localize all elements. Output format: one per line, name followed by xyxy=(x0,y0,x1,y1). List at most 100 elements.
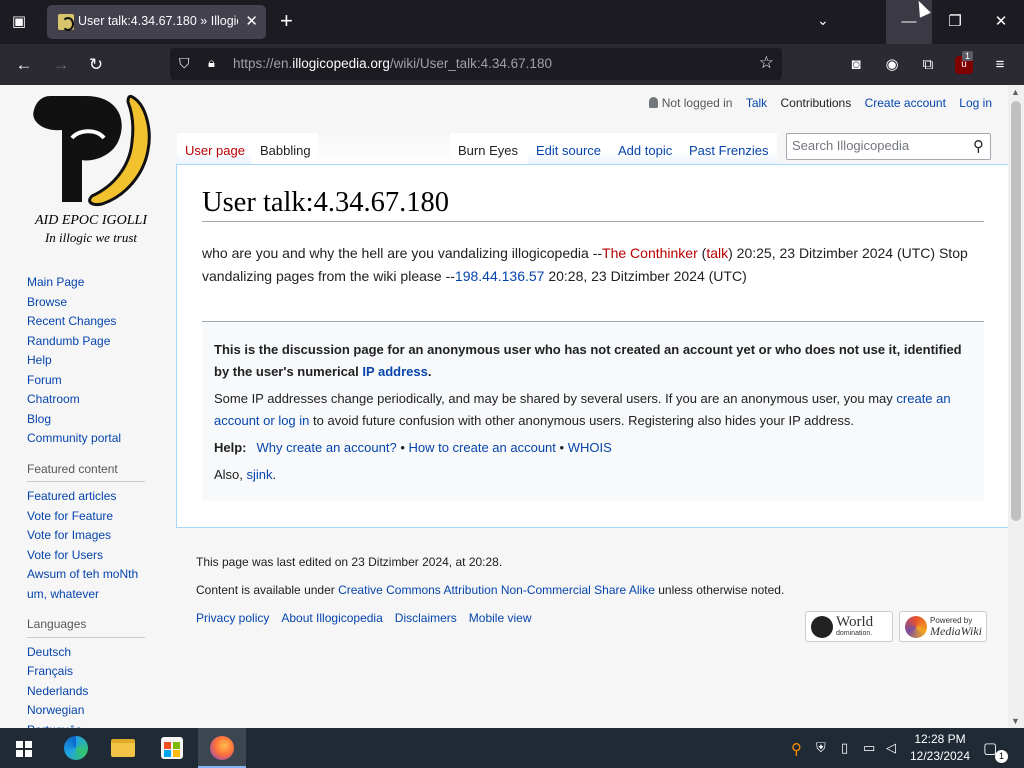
sidebar-item-recent-changes[interactable]: Recent Changes xyxy=(27,312,152,332)
sidebar-item-randumb-page[interactable]: Randumb Page xyxy=(27,332,152,352)
scrollbar-thumb[interactable] xyxy=(1011,101,1021,521)
user-link-the-conthinker[interactable]: The Conthinker xyxy=(602,245,698,261)
tab-burn-eyes[interactable]: Burn Eyes xyxy=(450,133,528,165)
volume-muted-icon[interactable]: ◁ xyxy=(886,740,896,756)
battery-icon[interactable]: ▯ xyxy=(841,740,848,756)
lock-icon[interactable]: 🔒︎ xyxy=(208,55,215,71)
taskbar-file-explorer[interactable] xyxy=(99,728,147,768)
footer-link-mobile-view[interactable]: Mobile view xyxy=(469,611,532,625)
sidebar-item-um-whatever[interactable]: um, whatever xyxy=(27,585,152,605)
close-window-button[interactable]: ✕ xyxy=(978,0,1024,44)
scroll-up-arrow-icon[interactable]: ▲ xyxy=(1011,87,1020,97)
footer-link-disclaimers[interactable]: Disclaimers xyxy=(395,611,457,625)
world-domination-badge[interactable]: World domination. xyxy=(805,611,893,642)
windows-logo-icon xyxy=(16,741,32,757)
taskbar-clock[interactable]: 12:28 PM 12/23/2024 xyxy=(908,731,972,765)
sidebar-item-blog[interactable]: Blog xyxy=(27,410,152,430)
ip-address-link[interactable]: IP address xyxy=(362,364,428,379)
why-create-account-link[interactable]: Why create an account? xyxy=(257,440,397,455)
create-account-link[interactable]: Create account xyxy=(865,96,946,110)
forward-arrow-icon[interactable]: → xyxy=(49,53,73,77)
extensions-puzzle-icon[interactable]: ⧉ xyxy=(916,53,940,77)
language-link-fran-ais[interactable]: Français xyxy=(27,662,152,682)
taskbar-edge[interactable] xyxy=(51,728,99,768)
world-domination-icon xyxy=(811,616,833,638)
tab-title: User talk:4.34.67.180 » Illogicopedia xyxy=(78,14,238,28)
footer-link-privacy-policy[interactable]: Privacy policy xyxy=(196,611,269,625)
sidebar-item-main-page[interactable]: Main Page xyxy=(27,273,152,293)
browser-tab[interactable]: User talk:4.34.67.180 » Illogicopedia ✕ xyxy=(47,5,266,39)
help-line: Help: Why create an account? • How to cre… xyxy=(214,437,972,459)
search-icon[interactable]: ⚲ xyxy=(973,137,984,155)
taskbar-firefox[interactable] xyxy=(198,728,246,768)
user-talk-link[interactable]: talk xyxy=(706,245,728,261)
tab-babbling[interactable]: Babbling xyxy=(252,133,318,165)
extension-badge-count: 1 xyxy=(962,51,974,61)
network-icon[interactable]: ▭ xyxy=(863,740,875,756)
url-text[interactable]: https://en.illogicopedia.org/wiki/User_t… xyxy=(233,56,552,71)
tab-add-topic[interactable]: Add topic xyxy=(610,133,681,165)
sidebar-item-help[interactable]: Help xyxy=(27,351,152,371)
license-text-a: Content is available under xyxy=(196,583,339,597)
bookmark-star-icon[interactable]: ☆ xyxy=(759,53,774,73)
url-path: /wiki/User_talk:4.34.67.180 xyxy=(389,56,552,71)
tab-user-page-label: User page xyxy=(185,143,245,158)
scroll-down-arrow-icon[interactable]: ▼ xyxy=(1011,716,1020,726)
account-icon[interactable]: ◉ xyxy=(880,53,904,77)
site-logo[interactable]: AID EPOC IGOLLI In illogic we trust xyxy=(22,90,160,245)
search-box[interactable]: ⚲ xyxy=(786,133,991,160)
language-link-deutsch[interactable]: Deutsch xyxy=(27,643,152,663)
sidebar-item-awsum-of-teh-month[interactable]: Awsum of teh moNth xyxy=(27,565,152,585)
pocket-icon[interactable]: ◙ xyxy=(844,53,868,77)
tab-edit-source[interactable]: Edit source xyxy=(528,133,610,165)
not-logged-in-label: Not logged in xyxy=(661,96,733,110)
sidebar-item-browse[interactable]: Browse xyxy=(27,293,152,313)
tab-past-frenzies[interactable]: Past Frenzies xyxy=(681,133,777,165)
last-edited: This page was last edited on 23 Ditzimbe… xyxy=(196,555,503,569)
tab-list-icon[interactable]: ▣ xyxy=(8,11,30,33)
tabs-spacer xyxy=(318,133,450,165)
taskbar-store[interactable] xyxy=(148,728,196,768)
sjink-link[interactable]: sjink xyxy=(247,467,273,482)
sidebar-item-vote-for-users[interactable]: Vote for Users xyxy=(27,546,152,566)
start-button[interactable] xyxy=(0,728,48,768)
new-tab-button[interactable]: + xyxy=(280,9,293,33)
tracking-protection-shield-icon[interactable]: ⛉ xyxy=(179,55,190,72)
sidebar-item-community-portal[interactable]: Community portal xyxy=(27,429,152,449)
url-prefix: https://en. xyxy=(233,56,293,71)
security-shield-icon[interactable]: ⛨ xyxy=(816,740,826,756)
reload-icon[interactable]: ↻ xyxy=(84,53,108,77)
page-scrollbar[interactable]: ▲ ▼ xyxy=(1008,85,1024,728)
url-bar[interactable]: ⛉ 🔒︎ https://en.illogicopedia.org/wiki/U… xyxy=(170,48,782,80)
ip-user-link[interactable]: 198.44.136.57 xyxy=(455,268,545,284)
powered-by-mediawiki-badge[interactable]: Powered by MediaWiki xyxy=(899,611,987,642)
app-menu-hamburger-icon[interactable]: ≡ xyxy=(988,53,1012,77)
close-tab-icon[interactable]: ✕ xyxy=(245,12,258,30)
restore-window-button[interactable]: ❐ xyxy=(932,0,978,44)
search-input[interactable] xyxy=(792,138,962,153)
anon-notice-heading: This is the discussion page for an anony… xyxy=(214,339,972,383)
search-tray-icon[interactable]: ⚲ xyxy=(791,740,802,758)
language-link-norwegian[interactable]: Norwegian xyxy=(27,701,152,721)
license-link[interactable]: Creative Commons Attribution Non-Commerc… xyxy=(338,583,655,597)
talk-link[interactable]: Talk xyxy=(746,96,767,110)
list-all-tabs-chevron-icon[interactable]: ⌄ xyxy=(817,12,829,29)
featured-content-heading: Featured content xyxy=(27,460,145,482)
sidebar-item-forum[interactable]: Forum xyxy=(27,371,152,391)
sidebar-navigation: Main Page Browse Recent Changes Randumb Pag… xyxy=(27,273,152,449)
language-link-nederlands[interactable]: Nederlands xyxy=(27,682,152,702)
clock-date: 12/23/2024 xyxy=(909,749,971,763)
contributions-link[interactable]: Contributions xyxy=(781,96,852,110)
not-logged-in-status: Not logged in xyxy=(648,96,733,110)
whois-link[interactable]: WHOIS xyxy=(568,440,612,455)
sidebar-item-chatroom[interactable]: Chatroom xyxy=(27,390,152,410)
language-link-portugu-s[interactable]: Português xyxy=(27,721,152,729)
how-to-create-account-link[interactable]: How to create an account xyxy=(408,440,555,455)
sidebar-item-vote-for-images[interactable]: Vote for Images xyxy=(27,526,152,546)
sidebar-item-featured-articles[interactable]: Featured articles xyxy=(27,487,152,507)
sidebar-item-vote-for-feature[interactable]: Vote for Feature xyxy=(27,507,152,527)
tab-user-page[interactable]: User page xyxy=(177,133,252,165)
footer-link-about-illogicopedia[interactable]: About Illogicopedia xyxy=(281,611,382,625)
log-in-link[interactable]: Log in xyxy=(959,96,992,110)
back-arrow-icon[interactable]: ← xyxy=(12,53,36,77)
